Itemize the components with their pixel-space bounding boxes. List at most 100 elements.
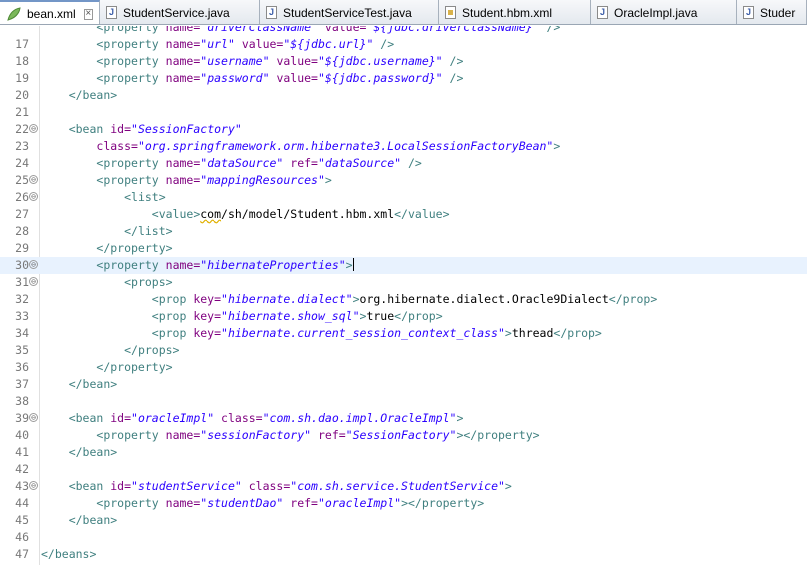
code-token: > [553,139,561,153]
code-token: "${jdbc.password}" [317,71,450,85]
code-line[interactable]: 38 [0,393,807,410]
code-line[interactable]: 35 </props> [0,342,807,359]
code-token: "mappingResources" [200,173,325,187]
tab-5[interactable]: J Studer [737,0,807,24]
code-line[interactable]: 25 ⊖ <property name="mappingResources"> [0,172,807,189]
code-line[interactable]: 18 <property name="username" value="${jd… [0,53,807,70]
line-code: <value>com/sh/model/Student.hbm.xml</val… [41,206,450,223]
code-line[interactable]: 45 </bean> [0,512,807,529]
code-line[interactable]: 21 [0,104,807,121]
line-number: 41 [15,445,29,459]
code-token: > [456,411,464,425]
code-line[interactable]: 43 ⊖ <bean id="studentService" class="com… [0,478,807,495]
code-token: <property [96,54,166,68]
fold-toggle-icon[interactable]: ⊖ [29,277,38,286]
xml-file-icon [445,6,456,19]
code-line[interactable]: 39 ⊖ <bean id="oracleImpl" class="com.sh.… [0,410,807,427]
code-line[interactable]: 23 class="org.springframework.orm.hibern… [0,138,807,155]
code-line[interactable]: 20 </bean> [0,87,807,104]
code-token: /> [449,54,464,68]
line-code: </bean> [41,376,117,393]
code-line[interactable]: 31 ⊖ <props> [0,274,807,291]
code-line[interactable]: 22 ⊖ <bean id="SessionFactory" [0,121,807,138]
code-line[interactable]: 17 <property name="url" value="${jdbc.ur… [0,36,807,53]
code-token: <props> [124,275,173,289]
code-token: value= [241,37,284,51]
code-token: "hibernate.show_sql" [221,309,360,323]
code-token: <property [96,71,166,85]
tab-4[interactable]: J OracleImpl.java [591,0,737,24]
code-line[interactable]: 24 <property name="dataSource" ref="data… [0,155,807,172]
code-line[interactable]: 19 <property name="password" value="${jd… [0,70,807,87]
code-token: name= [165,37,201,51]
line-number: 30 [15,258,29,272]
fold-toggle-icon[interactable]: ⊖ [29,481,38,490]
code-line[interactable]: <property name="driverClassName" value="… [0,26,807,36]
code-token: "hibernate.dialect" [221,292,353,306]
code-line[interactable]: 46 [0,529,807,546]
fold-toggle-icon[interactable]: ⊖ [29,413,38,422]
code-editor[interactable]: <property name="driverClassName" value="… [0,26,807,565]
code-line[interactable]: 41 </bean> [0,444,807,461]
close-tab-icon[interactable]: × [83,8,93,20]
code-line[interactable]: 37 </bean> [0,376,807,393]
line-code: <prop key="hibernate.current_session_con… [41,325,602,342]
code-token: value= [276,54,318,68]
code-line[interactable]: 30 ⊖ <property name="hibernateProperties"… [0,257,807,274]
tab-0[interactable]: bean.xml × [0,0,100,24]
code-token: "password" [200,71,277,85]
fold-toggle-icon[interactable]: ⊖ [29,260,38,269]
java-file-icon: J [597,6,608,19]
line-code: </list> [41,223,173,240]
fold-toggle-icon[interactable]: ⊖ [29,175,38,184]
code-token: </list> [124,224,173,238]
tab-3[interactable]: Student.hbm.xml [439,0,591,24]
code-line[interactable]: 44 <property name="studentDao" ref="orac… [0,495,807,512]
code-line[interactable]: 40 <property name="sessionFactory" ref="… [0,427,807,444]
code-line[interactable]: 34 <prop key="hibernate.current_session_… [0,325,807,342]
code-token: > [504,326,512,340]
code-line[interactable]: 33 <prop key="hibernate.show_sql">true</… [0,308,807,325]
fold-toggle-icon[interactable]: ⊖ [29,124,38,133]
code-token: name= [165,71,201,85]
code-token: org.hibernate.dialect.Oracle9Dialect [359,292,609,306]
code-token: id= [110,122,132,136]
fold-toggle-icon[interactable]: ⊖ [29,192,38,201]
code-line[interactable]: 36 </property> [0,359,807,376]
line-code: class="org.springframework.orm.hibernate… [41,138,560,155]
line-number: 28 [15,224,29,238]
code-line[interactable]: 29 </property> [0,240,807,257]
code-line[interactable]: 26 ⊖ <list> [0,189,807,206]
code-token: </beans> [41,547,97,561]
code-line[interactable]: 47 </beans> [0,546,807,563]
code-token: "oracleImpl" [317,496,402,510]
line-number: 34 [15,326,29,340]
code-line[interactable]: 32 <prop key="hibernate.dialect">org.hib… [0,291,807,308]
line-code: <property name="mappingResources"> [41,172,331,189]
code-token: <prop [151,326,194,340]
code-token: </prop> [608,292,658,306]
line-number: 20 [15,88,29,102]
line-code: </bean> [41,444,117,461]
code-token: <property [96,26,166,34]
line-number: 35 [15,343,29,357]
tab-2[interactable]: J StudentServiceTest.java [260,0,439,24]
code-line[interactable]: 42 [0,461,807,478]
code-line[interactable]: 27 <value>com/sh/model/Student.hbm.xml</… [0,206,807,223]
line-code: <property name="dataSource" ref="dataSou… [41,155,421,172]
line-code: <props> [41,274,173,291]
line-code: </props> [41,342,179,359]
text-cursor [352,258,354,271]
line-code: </bean> [41,512,117,529]
tab-1[interactable]: J StudentService.java [100,0,260,24]
editor-tab-bar: bean.xml × J StudentService.java J StudentSer… [0,0,807,25]
code-line[interactable]: 28 </list> [0,223,807,240]
line-number: 47 [15,547,29,561]
